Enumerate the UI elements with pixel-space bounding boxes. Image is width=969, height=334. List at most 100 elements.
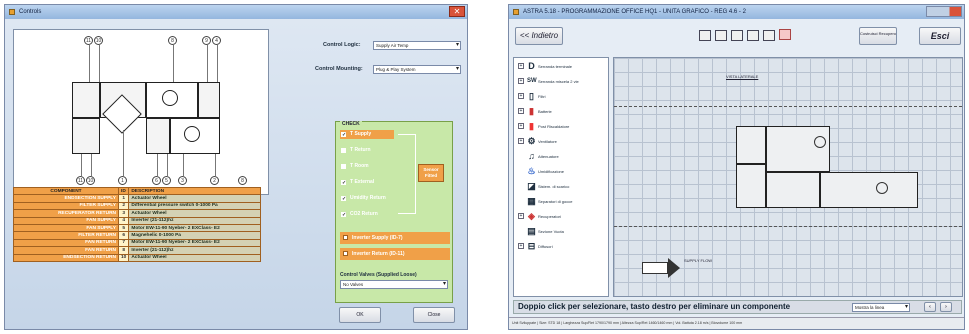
next-icon[interactable]: ›: [940, 302, 952, 312]
table-row[interactable]: FILTER SUPPLY 2 Differential pressure swit…: [13, 201, 261, 211]
title-bar: ASTRA 5.18 - PROGRAMMAZIONE OFFICE HQ1 -…: [509, 5, 964, 19]
save-icon[interactable]: [699, 30, 711, 41]
sensor-fitted-badge: Sensor Fitted: [418, 164, 444, 182]
settings-icon[interactable]: [763, 30, 775, 41]
bracket-line: [398, 134, 416, 214]
callout-number: 10: [86, 176, 95, 185]
control-mounting-select[interactable]: Plug & Play System: [373, 65, 461, 74]
list-item[interactable]: + ▮ Post Riscaldatore: [518, 120, 608, 133]
checkbox[interactable]: [343, 235, 348, 240]
damper-section-lower: [72, 118, 100, 154]
inverter-return-checkbox[interactable]: Inverter Return (ID-11): [340, 248, 450, 260]
list-item[interactable]: + ⚙ Ventilatore: [518, 135, 608, 148]
list-item[interactable]: ♨ Umidificazione: [518, 165, 608, 178]
line-select[interactable]: Mostra la linea: [852, 303, 910, 312]
window-controls[interactable]: [926, 6, 962, 17]
checkbox[interactable]: [341, 195, 346, 204]
component-table: COMPONENT ID DESCRIPTION ENDSECTION SUPP…: [13, 186, 261, 262]
table-row[interactable]: FAN RETURN 7 Motor EW-11-90 Nyeber- 2 EXCl…: [13, 238, 261, 248]
mixing-damper-icon: SW: [527, 78, 537, 84]
list-item[interactable]: + D Serranda terminale: [518, 60, 608, 73]
list-item[interactable]: + ▮ Batterie: [518, 105, 608, 118]
grid-icon[interactable]: [715, 30, 727, 41]
app-icon: [9, 9, 15, 15]
list-item[interactable]: + ⊟ Diffusori: [518, 240, 608, 253]
check-co2-return[interactable]: CO2 Return: [340, 210, 378, 220]
callout-number: 11: [84, 36, 93, 45]
print-icon[interactable]: [747, 30, 759, 41]
filter-section-lower: [146, 118, 170, 154]
leader-line: [207, 45, 208, 82]
table-row[interactable]: ENDSECTION SUPPLY 1 Actuator Wheel: [13, 194, 261, 203]
export-icon[interactable]: [731, 30, 743, 41]
inverter-supply-checkbox[interactable]: Inverter Supply (ID-7): [340, 232, 450, 244]
control-mounting-label: Control Mounting:: [315, 66, 363, 72]
prev-icon[interactable]: ‹: [924, 302, 936, 312]
close-button[interactable]: Close: [413, 307, 455, 323]
unit-section[interactable]: [736, 164, 766, 208]
coil-icon: ▮: [529, 106, 534, 116]
list-item[interactable]: + SW Serranda miscela 2 vie: [518, 75, 608, 88]
checkbox[interactable]: [341, 164, 346, 169]
check-t-supply[interactable]: T Supply: [340, 130, 394, 140]
attenuator-icon: ♫: [528, 151, 535, 161]
callout-number: 6: [152, 176, 161, 185]
design-canvas[interactable]: VISTA LATERALE SUPPLY FLOW: [613, 57, 963, 297]
canvas-title: VISTA LATERALE: [726, 74, 759, 79]
table-row[interactable]: FAN RETURN 8 Inverter (21-112)hz: [13, 246, 261, 255]
control-logic-select[interactable]: Supply Air Temp: [373, 41, 461, 50]
control-logic-label: Control Logic:: [323, 42, 361, 48]
fan-icon: ⚙: [527, 136, 536, 146]
check-title: CHECK: [340, 121, 362, 127]
check-umidity-return[interactable]: Umidity Return: [340, 194, 386, 204]
title-bar: Controls: [5, 5, 467, 19]
damper-section: [72, 82, 100, 118]
table-row[interactable]: FAN SUPPLY 4 Inverter (21-112)hz: [13, 216, 261, 225]
end-section: [198, 82, 220, 118]
supply-arrow-icon: [642, 262, 668, 274]
checkbox[interactable]: [341, 179, 346, 188]
list-item[interactable]: ▦ Separatori di gocce: [518, 195, 608, 208]
check-panel: CHECK T Supply T Return T Room T Externa…: [335, 121, 453, 303]
notes-icon[interactable]: [779, 29, 791, 40]
unit-section[interactable]: [820, 172, 918, 208]
check-t-return[interactable]: T Return: [340, 146, 371, 155]
custom-button[interactable]: Costruisci Recupero: [859, 27, 897, 45]
unit-section[interactable]: [736, 126, 766, 164]
back-button[interactable]: << Indietro: [515, 27, 563, 45]
table-row[interactable]: RECUPERATOR RETURN 3 Actuator Wheel: [13, 209, 261, 218]
checkbox[interactable]: [341, 211, 346, 220]
list-item[interactable]: ♫ Attenuatore: [518, 150, 608, 163]
leader-line: [217, 45, 218, 82]
checkbox[interactable]: [341, 148, 346, 153]
post-heater-icon: ▮: [529, 121, 534, 131]
table-row[interactable]: ENDSECTION RETURN 10 Actuator Wheel: [13, 253, 261, 262]
component-tree: + D Serranda terminale + SW Serranda miscela…: [513, 57, 609, 297]
table-row[interactable]: FILTER RETURN 6 Magnehelic 0-1000 Pa: [13, 231, 261, 240]
unit-section[interactable]: [766, 126, 830, 172]
supply-flow-label: SUPPLY FLOW: [684, 258, 713, 263]
callout-number: 8: [238, 176, 247, 185]
checkbox[interactable]: [343, 251, 348, 256]
filter-icon: ▯: [529, 91, 534, 101]
list-item[interactable]: ◪ Sistem. di scarico: [518, 180, 608, 193]
drain-icon: ◪: [527, 181, 536, 191]
callout-number: 10: [94, 36, 103, 45]
checkbox[interactable]: [341, 131, 346, 140]
unit-section[interactable]: [766, 172, 820, 208]
exit-button[interactable]: Esci: [919, 27, 961, 45]
callout-number: 3: [178, 176, 187, 185]
list-item[interactable]: + ▯ Filtri: [518, 90, 608, 103]
list-item[interactable]: + ◈ Recuperatori: [518, 210, 608, 223]
humidifier-icon: ♨: [527, 166, 536, 176]
close-icon[interactable]: ✕: [449, 6, 465, 17]
table-row[interactable]: FAN SUPPLY 5 Motor EW-11-90 Nyeber- 2 EXCl…: [13, 223, 261, 233]
callout-number: 8: [168, 36, 177, 45]
check-t-external[interactable]: T External: [340, 178, 374, 188]
list-item[interactable]: ▤ Sezione Vuota: [518, 225, 608, 238]
ok-button[interactable]: OK: [339, 307, 381, 323]
control-valves-select[interactable]: No Valves: [340, 280, 448, 289]
check-t-room[interactable]: T Room: [340, 162, 369, 171]
leader-line: [123, 130, 124, 176]
damper-icon: D: [528, 61, 535, 71]
